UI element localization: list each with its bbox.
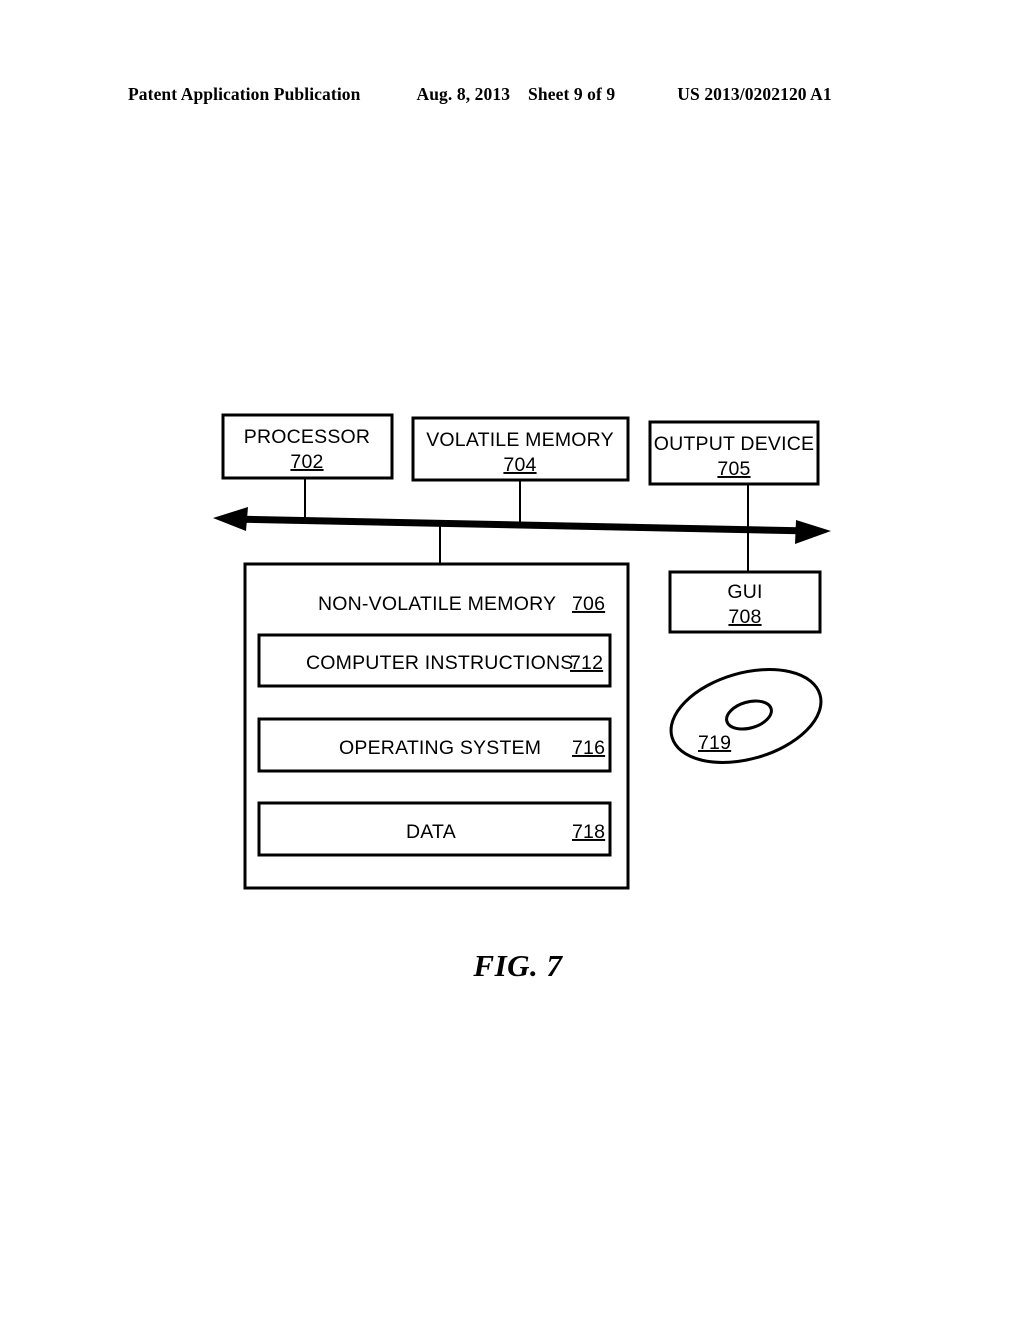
processor-label: PROCESSOR [244,426,370,448]
box-operating-system: OPERATING SYSTEM 716 [257,717,612,773]
output-device-ref-number: 705 [717,458,750,480]
box-gui: GUI 708 [668,570,822,634]
box-volatile-memory: VOLATILE MEMORY 704 [411,416,630,482]
processor-ref-number: 702 [290,451,323,473]
data-ref-number: 718 [572,821,605,843]
figure-caption: FIG. 7 [472,948,563,983]
volatile-memory-label: VOLATILE MEMORY [426,429,614,451]
computer-instructions-label: COMPUTER INSTRUCTIONS [306,652,573,674]
figure-7-diagram: PROCESSOR 702 VOLATILE MEMORY 704 OUTPUT… [0,0,1024,1320]
box-computer-instructions: COMPUTER INSTRUCTIONS 712 [257,633,612,688]
data-label: DATA [406,821,456,843]
output-device-label: OUTPUT DEVICE [654,433,814,455]
gui-ref-number: 708 [728,606,761,628]
non-volatile-memory-label: NON-VOLATILE MEMORY [318,593,556,615]
operating-system-ref-number: 716 [572,737,605,759]
box-output-device: OUTPUT DEVICE 705 [648,420,820,486]
optical-disc-icon: 719 [669,668,823,764]
computer-instructions-ref-number: 712 [570,652,603,674]
operating-system-label: OPERATING SYSTEM [339,737,541,759]
volatile-memory-ref-number: 704 [503,454,536,476]
box-processor: PROCESSOR 702 [221,413,394,480]
non-volatile-memory-ref-number: 706 [572,593,605,615]
gui-label: GUI [727,581,762,603]
box-data: DATA 718 [257,801,612,857]
optical-disc-ref-number: 719 [698,732,731,754]
